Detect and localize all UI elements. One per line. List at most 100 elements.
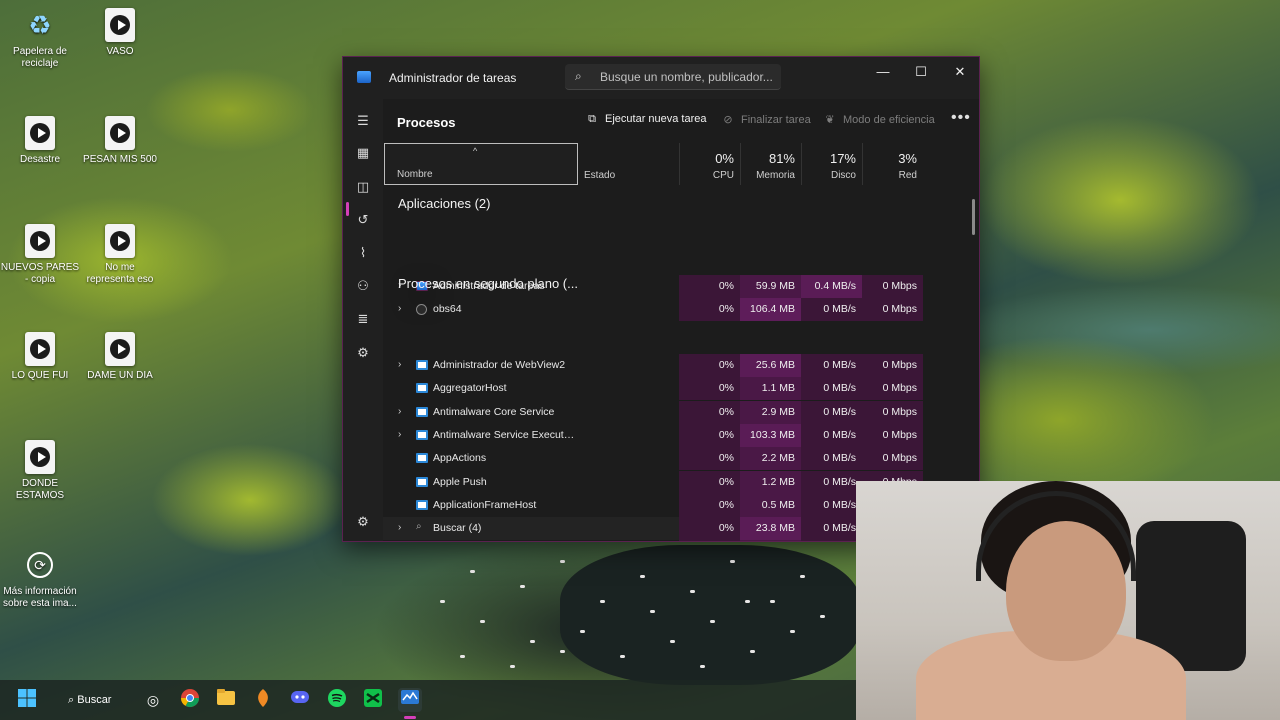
process-name: Buscar (4) bbox=[433, 522, 482, 535]
details-icon[interactable]: ≣ bbox=[353, 309, 373, 329]
desktop-icon-recycle-bin[interactable]: ♻ Papelera de reciclaje bbox=[0, 8, 80, 70]
chevron-right-icon[interactable]: › bbox=[398, 429, 401, 440]
memory-cell: 23.8 MB bbox=[740, 517, 801, 541]
process-name: Antimalware Core Service bbox=[433, 405, 555, 418]
column-header-status[interactable]: Estado bbox=[579, 143, 679, 185]
active-app-indicator bbox=[404, 716, 416, 719]
start-icon[interactable] bbox=[15, 688, 39, 712]
memory-cell: 103.3 MB bbox=[740, 423, 801, 447]
bird-shape bbox=[790, 630, 795, 633]
bird-shape bbox=[520, 585, 525, 588]
bird-shape bbox=[770, 600, 775, 603]
bird-shape bbox=[690, 590, 695, 593]
bird-shape bbox=[670, 640, 675, 643]
column-header-disk[interactable]: 17% Disco bbox=[801, 143, 862, 185]
info-icon: ⟳ bbox=[25, 548, 55, 582]
desktop-icon-lo-que-fui[interactable]: LO QUE FUI bbox=[0, 332, 80, 382]
active-indicator bbox=[346, 202, 349, 216]
startup-apps-icon[interactable]: ⌇ bbox=[353, 243, 373, 263]
end-task-button[interactable]: ⊘ Finalizar tarea bbox=[721, 113, 810, 126]
chrome-icon[interactable] bbox=[178, 688, 202, 712]
desktop-icon-pesan-mis-500[interactable]: PESAN MIS 500 bbox=[80, 116, 160, 166]
services-icon[interactable]: ⚙ bbox=[353, 343, 373, 363]
desktop-icon-dame-un-dia[interactable]: DAME UN DIA bbox=[80, 332, 160, 382]
settings-icon[interactable]: ⚙ bbox=[353, 512, 373, 532]
bird-shape bbox=[800, 575, 805, 578]
search-box[interactable]: ⌕ bbox=[565, 64, 781, 90]
desktop-icon-vaso[interactable]: VASO bbox=[80, 8, 160, 58]
column-header-memory[interactable]: 81% Memoria bbox=[740, 143, 801, 185]
memory-cell: 25.6 MB bbox=[740, 354, 801, 377]
desktop-icon-label: DAME UN DIA bbox=[87, 370, 153, 381]
table-row[interactable]: › Administrador de WebView2 0% 25.6 MB 0 MB/… bbox=[383, 354, 979, 377]
process-icon bbox=[416, 476, 428, 487]
cpu-cell: 0% bbox=[679, 377, 740, 401]
app-history-icon[interactable]: ↺ bbox=[353, 210, 373, 230]
chevron-right-icon[interactable]: › bbox=[398, 359, 401, 370]
table-row[interactable]: AggregatorHost 0% 1.1 MB 0 MB/s 0 Mbps bbox=[383, 377, 979, 401]
taskbar: ⌕ Buscar ◎ bbox=[0, 680, 856, 720]
close-button[interactable]: ✕ bbox=[944, 61, 976, 83]
network-cell: 0 Mbps bbox=[862, 447, 923, 471]
process-name: Administrador de WebView2 bbox=[433, 359, 566, 371]
scrollbar[interactable] bbox=[972, 199, 975, 235]
efficiency-mode-button[interactable]: ❦ Modo de eficiencia bbox=[823, 113, 934, 126]
network-cell: 0 Mbps bbox=[862, 377, 923, 401]
disk-cell: 0.4 MB/s bbox=[801, 275, 862, 298]
network-label: Red bbox=[898, 170, 917, 181]
maximize-button[interactable]: ☐ bbox=[905, 61, 937, 83]
copilot-icon[interactable]: ◎ bbox=[141, 688, 165, 712]
chevron-right-icon[interactable]: › bbox=[398, 303, 401, 314]
desktop-icon-donde-estamos[interactable]: DONDE ESTAMOS bbox=[0, 440, 80, 502]
processes-icon[interactable]: ▦ bbox=[353, 143, 373, 163]
cpu-cell: 0% bbox=[679, 493, 740, 517]
users-icon[interactable]: ⚇ bbox=[353, 276, 373, 296]
file-explorer-icon[interactable] bbox=[214, 688, 238, 712]
obs-icon bbox=[416, 304, 427, 315]
sort-ascending-icon: ^ bbox=[473, 146, 478, 156]
section-apps: Aplicaciones (2) bbox=[398, 196, 491, 211]
cpu-cell: 0% bbox=[679, 470, 740, 494]
memory-cell: 1.1 MB bbox=[740, 377, 801, 401]
title-bar[interactable]: Administrador de tareas ⌕ — ☐ ✕ bbox=[343, 57, 979, 99]
fl-studio-icon[interactable] bbox=[251, 688, 275, 712]
task-manager-icon[interactable] bbox=[398, 688, 422, 712]
chevron-right-icon[interactable]: › bbox=[398, 406, 401, 417]
process-name: Antimalware Service Executable bbox=[433, 428, 575, 441]
bird-shape bbox=[530, 640, 535, 643]
chevron-right-icon[interactable]: › bbox=[398, 522, 401, 533]
taskbar-search-button[interactable]: ⌕ Buscar bbox=[58, 688, 124, 712]
capcut-icon[interactable] bbox=[361, 688, 385, 712]
more-options-icon[interactable]: ••• bbox=[951, 109, 971, 127]
memory-cell: 2.2 MB bbox=[740, 447, 801, 471]
table-row[interactable]: › obs64 0% 106.4 MB 0 MB/s 0 Mbps bbox=[383, 298, 979, 321]
table-row[interactable]: › Antimalware Service Executable 0% 103.3 M… bbox=[383, 423, 979, 447]
column-header-status-label: Estado bbox=[584, 170, 616, 181]
performance-icon[interactable]: ◫ bbox=[353, 177, 373, 197]
minimize-button[interactable]: — bbox=[867, 61, 899, 83]
video-file-icon bbox=[25, 224, 55, 258]
desktop-icon-more-info[interactable]: ⟳ Más información sobre esta ima... bbox=[0, 548, 80, 610]
column-header-network[interactable]: 3% Red bbox=[862, 143, 923, 185]
desktop-icon-label: PESAN MIS 500 bbox=[83, 154, 157, 165]
column-header-name[interactable]: ^ Nombre bbox=[384, 143, 578, 185]
discord-icon[interactable] bbox=[288, 688, 312, 712]
desktop-icon-label: Papelera de reciclaje bbox=[13, 46, 67, 69]
table-row[interactable]: AppActions 0% 2.2 MB 0 MB/s 0 Mbps bbox=[383, 447, 979, 471]
spotify-icon[interactable] bbox=[325, 688, 349, 712]
video-file-icon bbox=[105, 224, 135, 258]
run-new-task-button[interactable]: ⧉ Ejecutar nueva tarea bbox=[585, 113, 706, 126]
search-input[interactable] bbox=[600, 67, 775, 87]
bird-shape bbox=[460, 655, 465, 658]
table-row[interactable]: › Antimalware Core Service 0% 2.9 MB 0 MB/s 0… bbox=[383, 400, 979, 424]
processes-panel: Procesos ⧉ Ejecutar nueva tarea ⊘ Finaliza… bbox=[383, 99, 979, 541]
bird-shape bbox=[510, 665, 515, 668]
desktop-icon-nuevos-pares[interactable]: NUEVOS PARES - copia bbox=[0, 224, 80, 286]
desktop-icon-label: NUEVOS PARES - copia bbox=[0, 262, 80, 285]
network-cell: 0 Mbps bbox=[862, 400, 923, 424]
hamburger-menu-icon[interactable]: ☰ bbox=[353, 111, 373, 131]
desktop-icon-desastre[interactable]: Desastre bbox=[0, 116, 80, 166]
column-header-cpu[interactable]: 0% CPU bbox=[679, 143, 740, 185]
disk-cell: 0 MB/s bbox=[801, 298, 862, 321]
desktop-icon-no-me-representa[interactable]: No me representa eso bbox=[80, 224, 160, 286]
